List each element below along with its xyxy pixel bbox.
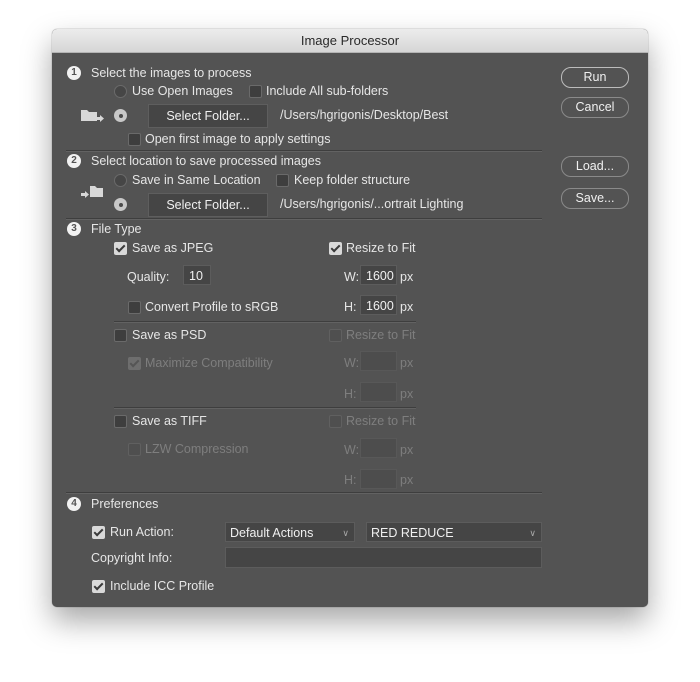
quality-label: Quality: <box>127 270 170 284</box>
copyright-input[interactable] <box>225 547 542 568</box>
tiff-height-input[interactable] <box>360 469 397 489</box>
tiff-resize-checkbox[interactable] <box>329 415 342 428</box>
image-processor-dialog: Image Processor Run Cancel Load... Save.… <box>52 29 648 607</box>
action-select[interactable]: RED REDUCE ∨ <box>366 522 542 542</box>
jpeg-width-unit: px <box>400 270 414 284</box>
convert-srgb-label: Convert Profile to sRGB <box>145 300 279 314</box>
divider <box>114 321 416 323</box>
include-icc-label: Include ICC Profile <box>110 579 215 593</box>
save-settings-button[interactable]: Save... <box>561 188 629 209</box>
jpeg-resize-checkbox[interactable] <box>329 242 342 255</box>
include-icc-checkbox[interactable] <box>92 580 105 593</box>
tiff-height-label: H: <box>344 473 357 487</box>
section-1-title: Select the images to process <box>91 66 252 80</box>
keep-folder-structure-checkbox[interactable] <box>276 174 289 187</box>
step-4-badge: 4 <box>67 497 81 511</box>
use-open-images-radio[interactable] <box>114 85 127 98</box>
run-action-checkbox[interactable] <box>92 526 105 539</box>
action-value: RED REDUCE <box>371 526 454 540</box>
destination-folder-path: /Users/hgrigonis/...ortrait Lighting <box>280 197 464 211</box>
section-4-title: Preferences <box>91 497 159 511</box>
chevron-down-icon: ∨ <box>342 528 349 538</box>
tiff-width-unit: px <box>400 443 414 457</box>
step-3-badge: 3 <box>67 222 81 236</box>
select-destination-folder-button[interactable]: Select Folder... <box>148 193 268 217</box>
load-button[interactable]: Load... <box>561 156 629 177</box>
lzw-compression-label: LZW Compression <box>145 442 249 456</box>
select-source-folder-button[interactable]: Select Folder... <box>148 104 268 128</box>
action-set-value: Default Actions <box>230 526 314 540</box>
window-title: Image Processor <box>52 29 648 53</box>
lzw-compression-checkbox[interactable] <box>128 443 141 456</box>
open-first-image-label: Open first image to apply settings <box>145 132 331 146</box>
keep-folder-structure-label: Keep folder structure <box>294 173 411 187</box>
maximize-compatibility-checkbox[interactable] <box>128 357 141 370</box>
run-action-label: Run Action: <box>110 525 174 539</box>
jpeg-height-label: H: <box>344 300 357 314</box>
psd-width-label: W: <box>344 356 360 370</box>
psd-width-input[interactable] <box>360 351 397 371</box>
jpeg-resize-label: Resize to Fit <box>346 241 416 255</box>
divider <box>66 218 542 220</box>
tiff-width-input[interactable] <box>360 438 397 458</box>
psd-height-unit: px <box>400 387 414 401</box>
source-folder-path: /Users/hgrigonis/Desktop/Best <box>280 108 449 122</box>
psd-resize-label: Resize to Fit <box>346 328 416 342</box>
psd-resize-checkbox[interactable] <box>329 329 342 342</box>
section-2-title: Select location to save processed images <box>91 154 321 168</box>
destination-folder-radio[interactable] <box>114 198 127 211</box>
tiff-height-unit: px <box>400 473 414 487</box>
jpeg-height-input[interactable]: 1600 <box>360 295 397 315</box>
section-3-title: File Type <box>91 222 142 236</box>
jpeg-width-label: W: <box>344 270 360 284</box>
divider <box>66 150 542 152</box>
open-first-image-checkbox[interactable] <box>128 133 141 146</box>
folder-destination-icon <box>81 186 103 198</box>
quality-input[interactable]: 10 <box>183 265 211 285</box>
psd-width-unit: px <box>400 356 414 370</box>
chevron-down-icon: ∨ <box>529 528 536 538</box>
include-subfolders-checkbox[interactable] <box>249 85 262 98</box>
step-2-badge: 2 <box>67 154 81 168</box>
save-as-tiff-checkbox[interactable] <box>114 415 127 428</box>
save-same-location-label: Save in Same Location <box>132 173 261 187</box>
include-subfolders-label: Include All sub-folders <box>266 84 389 98</box>
step-1-badge: 1 <box>67 66 81 80</box>
psd-height-input[interactable] <box>360 382 397 402</box>
save-same-location-radio[interactable] <box>114 174 127 187</box>
psd-height-label: H: <box>344 387 357 401</box>
jpeg-height-unit: px <box>400 300 414 314</box>
divider <box>66 492 542 494</box>
action-set-select[interactable]: Default Actions ∨ <box>225 522 355 542</box>
jpeg-width-input[interactable]: 1600 <box>360 265 397 285</box>
copyright-label: Copyright Info: <box>91 551 173 565</box>
convert-srgb-checkbox[interactable] <box>128 301 141 314</box>
save-as-psd-checkbox[interactable] <box>114 329 127 342</box>
run-button[interactable]: Run <box>561 67 629 88</box>
save-as-jpeg-checkbox[interactable] <box>114 242 127 255</box>
tiff-resize-label: Resize to Fit <box>346 414 416 428</box>
save-as-jpeg-label: Save as JPEG <box>132 241 214 255</box>
save-as-tiff-label: Save as TIFF <box>132 414 207 428</box>
source-folder-radio[interactable] <box>114 109 127 122</box>
folder-source-icon <box>81 110 104 122</box>
divider <box>114 407 416 409</box>
cancel-button[interactable]: Cancel <box>561 97 629 118</box>
maximize-compatibility-label: Maximize Compatibility <box>145 356 273 370</box>
save-as-psd-label: Save as PSD <box>132 328 207 342</box>
use-open-images-label: Use Open Images <box>132 84 233 98</box>
tiff-width-label: W: <box>344 443 360 457</box>
